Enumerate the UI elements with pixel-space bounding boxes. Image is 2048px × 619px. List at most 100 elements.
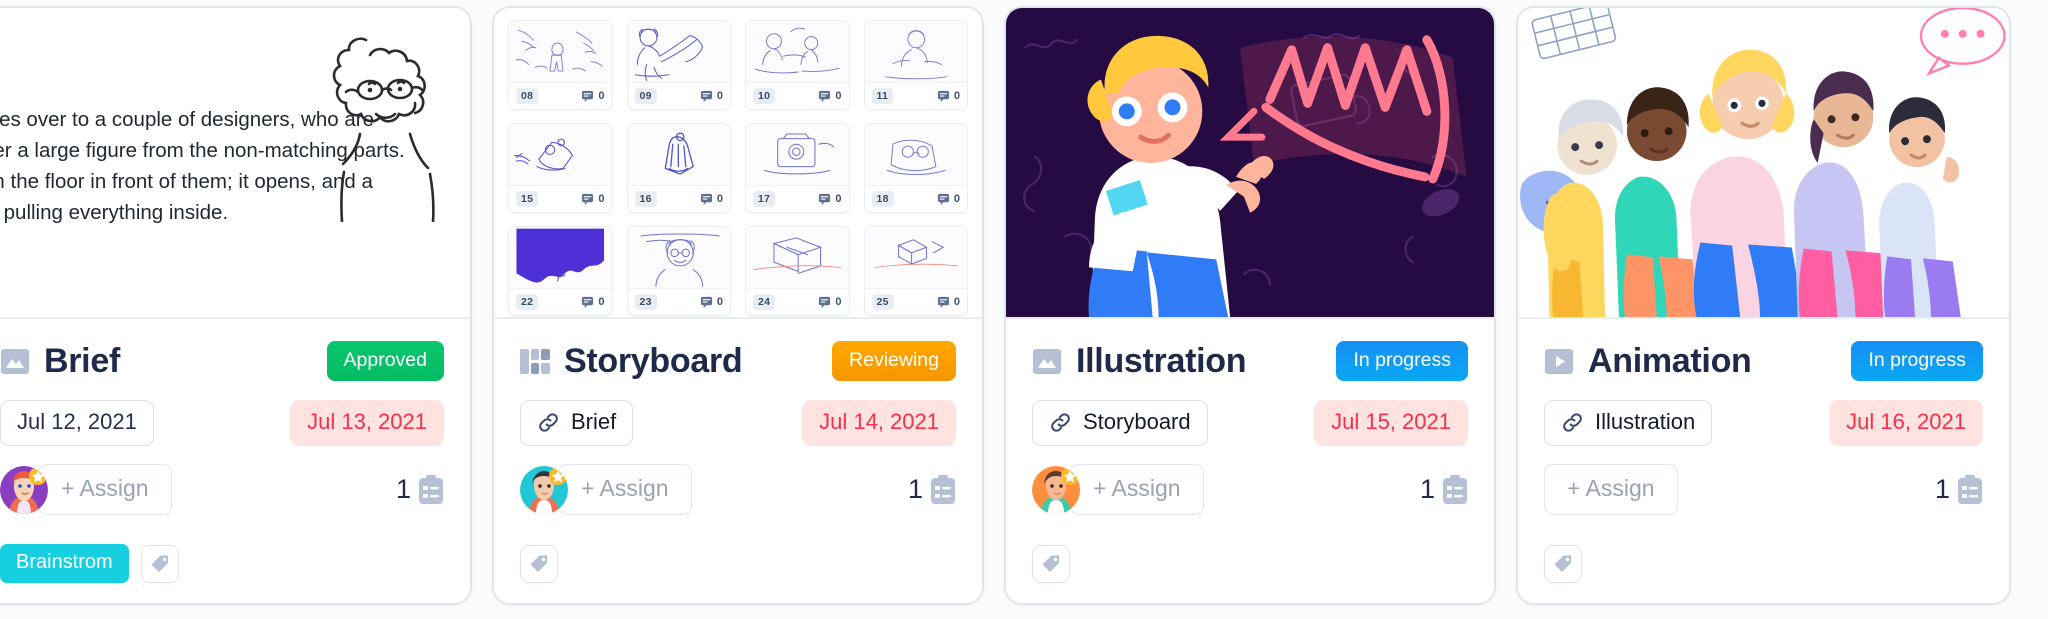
frame-comment-count: 0 — [716, 89, 723, 102]
card-body: Animation In progress Illustration Jul 1… — [1518, 319, 2009, 603]
video-icon — [1545, 348, 1573, 374]
card-tags-row — [1544, 545, 1983, 583]
checklist-icon — [419, 474, 443, 504]
task-board: mes over to a couple of designers, who a… — [0, 0, 2048, 619]
frame-comments: 0 — [581, 192, 605, 205]
storyboard-thumbnail — [746, 124, 849, 186]
storyboard-frame[interactable]: 16 0 — [626, 123, 731, 213]
frame-number: 15 — [516, 190, 539, 207]
task-count[interactable]: 1 — [396, 474, 444, 505]
storyboard-frame[interactable]: 08 0 — [508, 20, 613, 110]
start-date-chip[interactable]: Jul 12, 2021 — [0, 400, 154, 446]
card-title-row: Animation In progress — [1544, 341, 1983, 381]
add-tag-button[interactable] — [520, 545, 558, 583]
assign-button[interactable]: + Assign — [38, 464, 172, 515]
storyboard-frame-meta: 23 0 — [628, 289, 731, 315]
task-count-value: 1 — [395, 474, 411, 504]
tag-pill[interactable]: Brainstrom — [0, 544, 129, 583]
add-tag-button[interactable] — [1544, 545, 1582, 583]
frame-comments: 0 — [937, 295, 960, 308]
assign-button[interactable]: + Assign — [1070, 464, 1204, 515]
frame-comments: 0 — [818, 192, 842, 205]
task-count-value: 1 — [1934, 474, 1950, 504]
parent-link-chip[interactable]: Illustration — [1544, 400, 1713, 446]
comment-icon — [937, 90, 949, 102]
frame-comments: 0 — [700, 89, 723, 102]
parent-link-chip[interactable]: Storyboard — [1032, 400, 1208, 446]
frame-comments: 0 — [818, 89, 842, 102]
frame-comments: 0 — [700, 295, 723, 308]
frame-number: 24 — [753, 293, 776, 310]
tag-icon — [1042, 555, 1059, 572]
status-badge[interactable]: In progress — [1851, 341, 1983, 381]
storyboard-frame[interactable]: 24 0 — [745, 226, 850, 316]
storyboard-frame[interactable]: 15 0 — [508, 123, 613, 213]
comment-icon — [819, 296, 831, 308]
comment-icon — [937, 193, 949, 205]
storyboard-frame[interactable]: 22 0 — [508, 226, 613, 316]
comment-icon — [582, 193, 594, 205]
storyboard-thumbnail — [864, 21, 967, 83]
storyboard-frame[interactable]: 23 0 — [626, 226, 731, 316]
task-count[interactable]: 1 — [1420, 474, 1468, 505]
avatar[interactable] — [1032, 465, 1080, 514]
storyboard-frame-meta: 11 0 — [865, 83, 968, 109]
avatar[interactable] — [520, 465, 568, 514]
assign-button[interactable]: + Assign — [1544, 464, 1678, 515]
card-assign-row: + Assign 1 — [1544, 464, 1983, 515]
frame-number: 09 — [634, 87, 657, 104]
card-preview-storyboard[interactable]: 08 0 09 0 10 0 11 0 15 0 16 0 17 0 18 0 … — [494, 8, 982, 319]
checklist-icon — [931, 474, 955, 504]
card-dates-row: Illustration Jul 16, 2021 — [1544, 400, 1983, 446]
status-badge[interactable]: In progress — [1336, 341, 1468, 381]
frame-comment-count: 0 — [953, 192, 960, 205]
storyboard-frame[interactable]: 10 0 — [745, 20, 850, 110]
card-title: Illustration — [1076, 341, 1247, 380]
add-tag-button[interactable] — [140, 544, 179, 583]
status-badge[interactable]: Reviewing — [832, 341, 956, 381]
due-date-chip[interactable]: Jul 13, 2021 — [290, 400, 444, 446]
frame-number: 25 — [871, 293, 894, 310]
link-icon — [539, 412, 558, 432]
task-count-value: 1 — [1419, 474, 1435, 504]
task-card-storyboard[interactable]: 08 0 09 0 10 0 11 0 15 0 16 0 17 0 18 0 … — [492, 6, 984, 605]
storyboard-frame[interactable]: 11 0 — [863, 20, 968, 110]
storyboard-frame[interactable]: 17 0 — [745, 123, 850, 213]
checklist-icon — [1443, 474, 1467, 504]
storyboard-thumbnail — [746, 227, 849, 289]
card-title-row: Storyboard Reviewing — [520, 341, 956, 381]
comment-icon — [819, 193, 831, 205]
avatar[interactable] — [0, 465, 48, 514]
link-icon — [1051, 412, 1070, 432]
card-preview-animation[interactable] — [1518, 8, 2009, 319]
frame-comment-count: 0 — [953, 295, 960, 308]
card-tags-row: Brainstrom — [0, 544, 444, 583]
task-card-animation[interactable]: Animation In progress Illustration Jul 1… — [1516, 6, 2011, 605]
frame-comments: 0 — [581, 295, 605, 308]
due-date-chip[interactable]: Jul 16, 2021 — [1829, 400, 1983, 446]
link-icon — [1563, 412, 1582, 432]
task-count[interactable]: 1 — [1935, 474, 1983, 505]
task-card-brief[interactable]: mes over to a couple of designers, who a… — [0, 6, 472, 605]
image-icon — [1, 348, 29, 374]
storyboard-frame[interactable]: 18 0 — [863, 123, 968, 213]
card-tags-row — [1032, 545, 1468, 583]
task-count[interactable]: 1 — [908, 474, 956, 505]
due-date-chip[interactable]: Jul 14, 2021 — [802, 400, 956, 446]
card-preview-document[interactable]: mes over to a couple of designers, who a… — [0, 8, 470, 319]
image-icon — [1033, 348, 1061, 374]
due-date-chip[interactable]: Jul 15, 2021 — [1314, 400, 1468, 446]
storyboard-frame[interactable]: 25 0 — [863, 226, 968, 316]
add-tag-button[interactable] — [1032, 545, 1070, 583]
storyboard-frame[interactable]: 09 0 — [626, 20, 731, 110]
comment-icon — [819, 90, 831, 102]
card-preview-illustration[interactable] — [1006, 8, 1494, 319]
card-assign-row: + Assign 1 — [520, 464, 956, 515]
assign-button[interactable]: + Assign — [558, 464, 692, 515]
frame-comment-count: 0 — [598, 192, 605, 205]
parent-link-chip[interactable]: Brief — [520, 400, 634, 446]
task-card-illustration[interactable]: Illustration In progress Storyboard Jul … — [1004, 6, 1496, 605]
frame-comments: 0 — [937, 89, 960, 102]
storyboard-frame-meta: 18 0 — [865, 186, 968, 212]
status-badge[interactable]: Approved — [326, 341, 444, 381]
